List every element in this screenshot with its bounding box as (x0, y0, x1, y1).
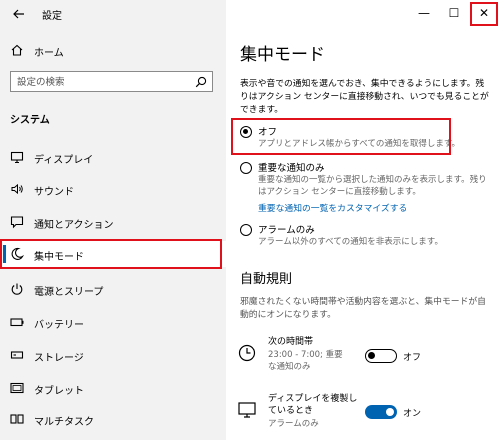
sidebar: 設定 ホーム システム ディスプレイ サウンド 通知とアクション (0, 0, 226, 440)
tablet-icon (10, 382, 24, 394)
sidebar-item-tablet[interactable]: タブレット (0, 375, 226, 401)
sidebar-item-label: 通知とアクション (34, 220, 114, 231)
sidebar-item-sound[interactable]: サウンド (0, 176, 226, 202)
sidebar-item-label: バッテリー (34, 320, 84, 331)
title-bar: 設定 (0, 0, 226, 28)
page-description: 表示や音での通知を選んでおき、集中できるようにします。残りはアクション センター… (240, 79, 489, 115)
duplicate-display-toggle[interactable] (365, 405, 397, 419)
rule-title[interactable]: ディスプレイを複製しているとき (268, 393, 363, 417)
rule-description: アラームのみ (268, 419, 319, 429)
content-pane: — ☐ ✕ 集中モード 表示や音での通知を選んでおき、集中できるようにします。残… (226, 0, 500, 440)
search-icon[interactable] (195, 76, 207, 88)
sidebar-item-label: ホーム (34, 48, 64, 59)
option-description: アラーム以外のすべての通知を非表示にします。 (258, 237, 443, 247)
sidebar-item-battery[interactable]: バッテリー (0, 309, 226, 335)
sidebar-item-label: マルチタスク (34, 417, 94, 428)
section-description: 邪魔されたくない時間帯や活動内容を選ぶと、集中モードが自動的にオンになります。 (240, 297, 486, 320)
monitor-icon (238, 402, 256, 418)
storage-icon (10, 351, 24, 359)
moon-icon (11, 247, 24, 260)
sidebar-item-label: ディスプレイ (34, 155, 94, 166)
radio-priority-only[interactable] (240, 162, 252, 174)
back-arrow-icon (13, 9, 24, 19)
highlight-frame (470, 2, 498, 26)
time-rule-toggle[interactable] (365, 349, 397, 363)
customize-priority-link[interactable]: 重要な通知の一覧をカスタマイズする (258, 201, 407, 214)
home-icon (11, 44, 23, 56)
back-button[interactable] (10, 5, 28, 23)
maximize-icon: ☐ (448, 6, 460, 20)
sidebar-item-power[interactable]: 電源とスリープ (0, 276, 226, 302)
radio-alarms-only[interactable] (240, 224, 252, 236)
sidebar-item-home[interactable]: ホーム (0, 38, 226, 62)
sidebar-item-label: タブレット (34, 386, 84, 397)
sidebar-item-focus-assist[interactable]: 集中モード (0, 241, 226, 267)
sidebar-item-storage[interactable]: ストレージ (0, 342, 226, 368)
window-controls: — ☐ ✕ (380, 0, 500, 26)
minimize-icon: — (418, 6, 430, 20)
minimize-button[interactable]: — (410, 0, 438, 26)
app-title: 設定 (42, 11, 62, 22)
section-title: システム (10, 115, 50, 126)
search-input[interactable] (17, 75, 187, 89)
sound-icon (11, 183, 23, 195)
notification-icon (10, 216, 24, 229)
section-heading: 自動規則 (240, 272, 293, 287)
active-indicator (3, 245, 6, 263)
sidebar-item-label: サウンド (34, 187, 74, 198)
sidebar-item-label: 電源とスリープ (34, 287, 104, 298)
maximize-button[interactable]: ☐ (440, 0, 468, 26)
sidebar-item-display[interactable]: ディスプレイ (0, 144, 226, 170)
option-title: アラームのみ (258, 225, 315, 236)
rule-title[interactable]: 次の時間帯 (268, 334, 313, 347)
option-title: オフ (258, 127, 278, 138)
sidebar-item-label: 集中モード (34, 252, 84, 263)
power-icon (11, 283, 23, 295)
radio-off[interactable] (240, 126, 252, 138)
battery-icon (10, 318, 24, 327)
toggle-state-label: オン (403, 409, 422, 419)
option-description: 重要な通知の一覧から選択した通知のみを表示します。残りはアクション センターに直… (258, 175, 487, 197)
option-description: アプリとアドレス帳からすべての通知を取得します。 (258, 139, 461, 149)
sidebar-item-notifications[interactable]: 通知とアクション (0, 209, 226, 235)
clock-icon (238, 344, 256, 362)
multitask-icon (10, 414, 24, 424)
display-icon (10, 151, 24, 164)
toggle-state-label: オフ (403, 353, 422, 363)
option-title: 重要な通知のみ (258, 163, 325, 174)
sidebar-item-multitasking[interactable]: マルチタスク (0, 406, 226, 432)
search-box[interactable] (10, 71, 213, 92)
rule-description: 23:00 - 7:00; 重要な通知のみ (268, 350, 343, 372)
page-title: 集中モード (240, 45, 325, 65)
sidebar-item-label: ストレージ (34, 353, 84, 364)
